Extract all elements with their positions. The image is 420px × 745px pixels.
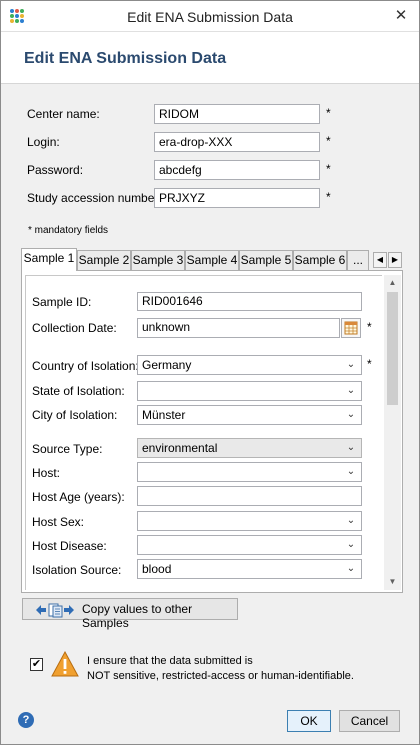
consent-text: I ensure that the data submitted is NOT … bbox=[87, 654, 354, 684]
host-label: Host: bbox=[32, 466, 61, 480]
required-marker: * bbox=[326, 162, 331, 176]
scroll-down-icon[interactable]: ▼ bbox=[384, 574, 401, 590]
city-select[interactable]: Münster ⌄ bbox=[137, 405, 362, 425]
required-marker: * bbox=[326, 134, 331, 148]
scrollbar-thumb[interactable] bbox=[387, 292, 398, 405]
host-disease-label: Host Disease: bbox=[32, 539, 107, 553]
chevron-down-icon: ⌄ bbox=[346, 409, 356, 420]
study-accession-label: Study accession number: bbox=[27, 191, 162, 205]
password-label: Password: bbox=[27, 163, 84, 177]
chevron-down-icon: ⌄ bbox=[346, 385, 356, 396]
consent-line-2: NOT sensitive, restricted-access or huma… bbox=[87, 670, 354, 682]
chevron-down-icon: ⌄ bbox=[346, 563, 356, 574]
sample-panel: Sample ID: RID001646 Collection Date: un… bbox=[21, 270, 403, 593]
close-icon[interactable]: ✕ bbox=[391, 7, 411, 25]
calendar-icon bbox=[344, 321, 358, 335]
tab-scroll-right-icon[interactable]: ▶ bbox=[388, 252, 402, 268]
dialog-heading: Edit ENA Submission Data bbox=[24, 50, 227, 67]
host-select[interactable]: ⌄ bbox=[137, 462, 362, 482]
state-label: State of Isolation: bbox=[32, 384, 125, 398]
sample-tabs: Sample 1 Sample 2 Sample 3 Sample 4 Samp… bbox=[21, 248, 403, 271]
copy-values-button[interactable]: Copy values to other Samples bbox=[22, 598, 238, 630]
city-label: City of Isolation: bbox=[32, 408, 118, 422]
panel-scrollbar[interactable]: ▲ ▼ bbox=[384, 275, 401, 590]
consent-line-1: I ensure that the data submitted is bbox=[87, 655, 253, 667]
required-marker: * bbox=[367, 357, 372, 371]
required-marker: * bbox=[326, 106, 331, 120]
tab-more[interactable]: ... bbox=[347, 250, 369, 270]
chevron-down-icon: ⌄ bbox=[346, 515, 356, 526]
country-value: Germany bbox=[142, 358, 192, 372]
chevron-down-icon: ⌄ bbox=[346, 466, 356, 477]
country-select[interactable]: Germany ⌄ bbox=[137, 355, 362, 375]
help-icon[interactable]: ? bbox=[18, 712, 34, 728]
title-bar: Edit ENA Submission Data ✕ bbox=[1, 1, 419, 32]
source-type-select[interactable]: environmental ⌄ bbox=[137, 438, 362, 458]
mandatory-note: * mandatory fields bbox=[28, 225, 109, 236]
source-type-value: environmental bbox=[142, 441, 218, 455]
state-select[interactable]: ⌄ bbox=[137, 381, 362, 401]
isolation-source-value: blood bbox=[142, 562, 172, 576]
tab-sample-2[interactable]: Sample 2 bbox=[77, 250, 131, 270]
collection-date-input[interactable]: unknown bbox=[137, 318, 340, 338]
chevron-down-icon: ⌄ bbox=[346, 539, 356, 550]
required-marker: * bbox=[326, 190, 331, 204]
host-disease-select[interactable]: ⌄ bbox=[137, 535, 362, 555]
tab-sample-6[interactable]: Sample 6 bbox=[293, 250, 347, 270]
warning-icon bbox=[51, 651, 79, 677]
required-marker: * bbox=[367, 320, 372, 334]
tab-sample-1[interactable]: Sample 1 bbox=[21, 248, 77, 271]
tab-sample-5[interactable]: Sample 5 bbox=[239, 250, 293, 270]
center-name-input[interactable]: RIDOM bbox=[154, 104, 320, 124]
calendar-button[interactable] bbox=[341, 318, 361, 338]
study-accession-input[interactable]: PRJXYZ bbox=[154, 188, 320, 208]
login-label: Login: bbox=[27, 135, 60, 149]
collection-date-label: Collection Date: bbox=[32, 321, 117, 335]
isolation-source-label: Isolation Source: bbox=[32, 563, 122, 577]
source-type-label: Source Type: bbox=[32, 442, 103, 456]
dialog-header: Edit ENA Submission Data bbox=[1, 32, 419, 84]
tab-sample-4[interactable]: Sample 4 bbox=[185, 250, 239, 270]
sample-id-label: Sample ID: bbox=[32, 295, 92, 309]
tab-scroll-left-icon[interactable]: ◀ bbox=[373, 252, 387, 268]
copy-values-label: Copy values to other Samples bbox=[82, 602, 193, 630]
chevron-down-icon: ⌄ bbox=[346, 442, 356, 453]
isolation-source-select[interactable]: blood ⌄ bbox=[137, 559, 362, 579]
scroll-up-icon[interactable]: ▲ bbox=[384, 275, 401, 291]
password-input[interactable]: abcdefg bbox=[154, 160, 320, 180]
city-value: Münster bbox=[142, 408, 186, 422]
chevron-down-icon: ⌄ bbox=[346, 359, 356, 370]
tab-sample-3[interactable]: Sample 3 bbox=[131, 250, 185, 270]
host-sex-select[interactable]: ⌄ bbox=[137, 511, 362, 531]
sample-id-input[interactable]: RID001646 bbox=[137, 292, 362, 311]
consent-checkbox[interactable]: ✔ bbox=[30, 658, 43, 671]
window-title: Edit ENA Submission Data bbox=[127, 9, 293, 25]
host-age-label: Host Age (years): bbox=[32, 490, 125, 504]
copy-samples-icon bbox=[36, 603, 74, 618]
dialog-window: Edit ENA Submission Data ✕ Edit ENA Subm… bbox=[0, 0, 420, 745]
login-input[interactable]: era-drop-XXX bbox=[154, 132, 320, 152]
cancel-button[interactable]: Cancel bbox=[339, 710, 400, 732]
center-name-label: Center name: bbox=[27, 107, 100, 121]
country-label: Country of Isolation: bbox=[32, 359, 139, 373]
host-sex-label: Host Sex: bbox=[32, 515, 85, 529]
ok-button[interactable]: OK bbox=[287, 710, 331, 732]
host-age-input[interactable] bbox=[137, 486, 362, 506]
